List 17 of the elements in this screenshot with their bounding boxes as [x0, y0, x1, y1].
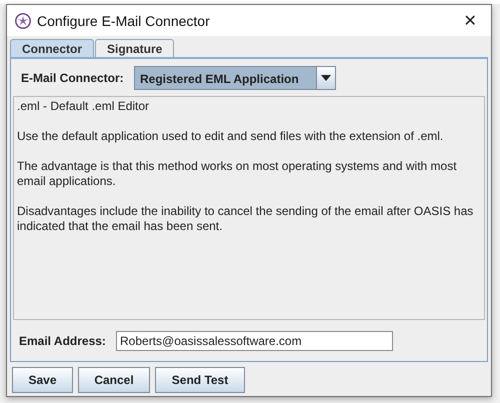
caret-icon — [321, 75, 331, 81]
field-label: E-Mail Connector: — [20, 71, 125, 85]
description-text: Use the default application used to edit and send files with the extension of .eml. — [17, 129, 444, 144]
description-text: .eml - Default .eml Editor — [17, 99, 150, 114]
email-field[interactable]: Roberts@oasissalessoftware.com — [116, 331, 393, 351]
dialog-button[interactable]: Send Test — [155, 367, 245, 393]
window-title: Configure E-Mail Connector — [37, 12, 211, 28]
dialog-button[interactable]: Save — [12, 367, 73, 393]
connector-dropdown[interactable]: Registered EML Application — [134, 66, 336, 90]
description-text: Disadvantages include the inability to cancel the sending of the email after OASIS has indicated that the email has been sent. — [17, 204, 474, 234]
tab[interactable]: Signature — [95, 39, 174, 58]
description-text: The advantage is that this method works on most operating systems and with most email applications. — [17, 159, 458, 189]
close-button[interactable]: ✕ — [455, 10, 485, 30]
logo-icon — [15, 12, 31, 28]
tab[interactable]: Connector — [10, 39, 94, 59]
dialog-button[interactable]: Cancel — [78, 367, 150, 393]
field-label: Email Address: — [18, 334, 107, 348]
